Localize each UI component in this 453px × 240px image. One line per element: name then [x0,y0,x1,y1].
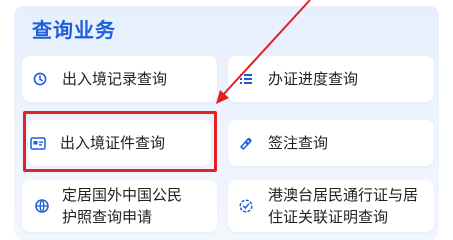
endorsement-icon [238,135,254,151]
section-title: 查询业务 [32,18,116,42]
list-progress-icon [238,71,254,87]
service-entry-exit-records[interactable]: 出入境记录查询 [22,56,217,102]
highlight-box [23,111,217,172]
service-label: 办证进度查询 [268,70,359,88]
service-label: 出入境记录查询 [62,70,168,88]
globe-icon [34,198,50,214]
service-overseas-passport-query[interactable]: 定居国外中国公民护照查询申请 [22,180,217,232]
service-permit-residence-link-query[interactable]: 港澳台居民通行证与居住证关联证明查询 [228,180,434,232]
badge-icon [238,198,254,214]
service-endorsement-query[interactable]: 签注查询 [228,120,434,166]
service-label: 港澳台居民通行证与居住证关联证明查询 [268,186,419,226]
service-label: 定居国外中国公民护照查询申请 [62,186,183,226]
service-label: 签注查询 [268,134,329,152]
clock-history-icon [32,71,48,87]
service-application-progress[interactable]: 办证进度查询 [228,56,434,102]
